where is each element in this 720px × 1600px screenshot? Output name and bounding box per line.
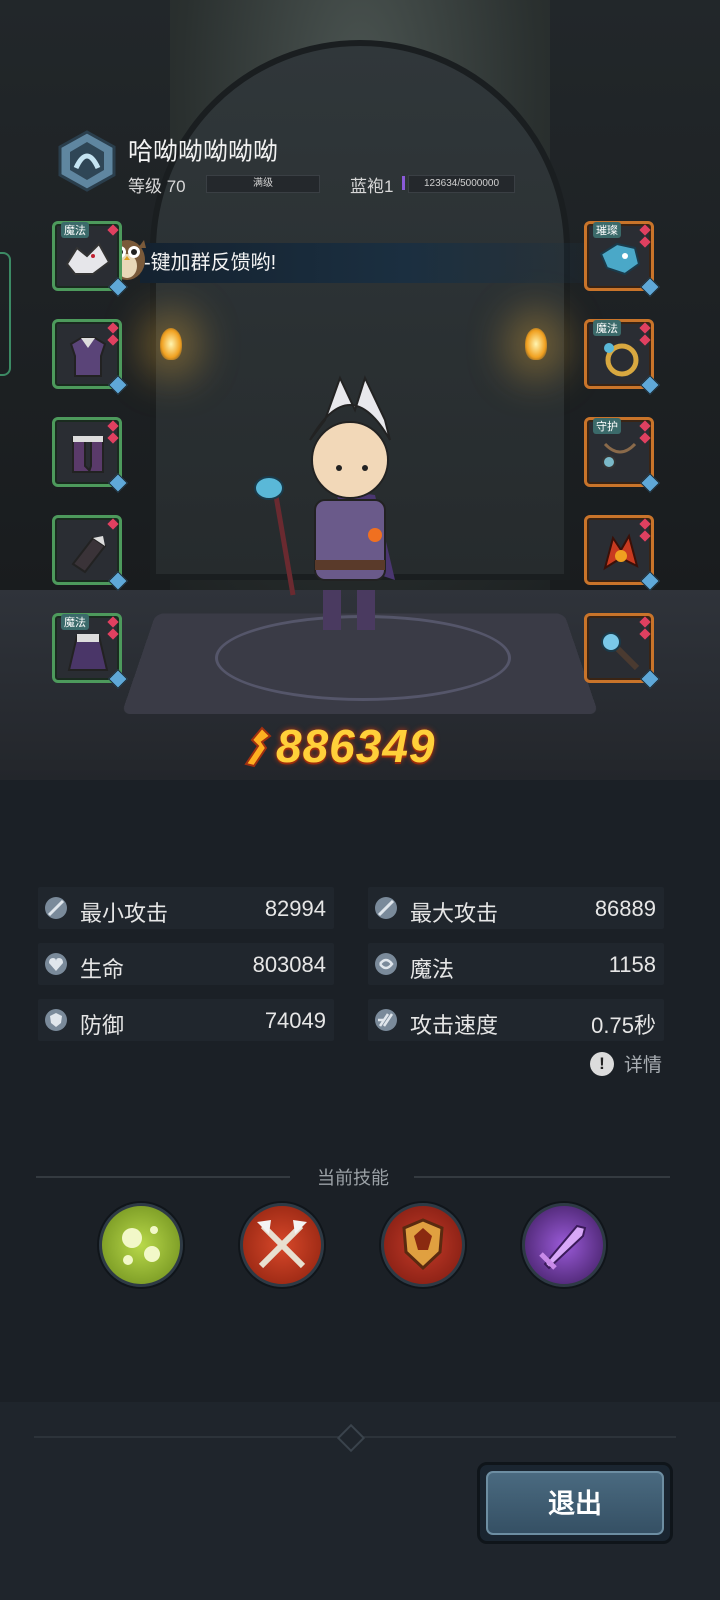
stat-min-attack: 最小攻击 82994 (38, 887, 334, 929)
stat-value: 803084 (252, 952, 326, 977)
level-label: 等级 70 (128, 177, 186, 196)
level-bar-text: 满级 (253, 178, 273, 189)
stat-hp: 生命 803084 (38, 943, 334, 985)
combat-power: 886349 (240, 718, 436, 774)
skill-slot-2[interactable] (240, 1203, 324, 1287)
skill-slot-4[interactable] (522, 1203, 606, 1287)
skill-slot-3[interactable] (381, 1203, 465, 1287)
banner-text: -键加群反馈哟! (144, 252, 277, 274)
equip-slot-left-4[interactable] (52, 515, 128, 591)
stat-defense: 防御 74049 (38, 999, 334, 1041)
player-name: 哈呦呦呦呦呦 (128, 138, 279, 166)
scene-wall-right (550, 0, 720, 600)
stat-label: 生命 (80, 957, 125, 982)
blue-mace-icon (601, 632, 640, 671)
equip-slot-left-1[interactable]: 魔法 (52, 221, 128, 297)
scene-wall-left (0, 0, 170, 600)
stat-value: 82994 (264, 896, 326, 921)
stat-attack-speed: 攻击速度 0.75秒 (368, 999, 664, 1041)
stat-magic: 魔法 1158 (368, 943, 664, 985)
sword-power-icon (244, 726, 272, 768)
bracer-icon (71, 536, 107, 574)
hero-character (254, 375, 395, 630)
stat-label: 最大攻击 (410, 901, 499, 926)
rank-emblem-icon (58, 130, 116, 192)
equip-slot-right-1[interactable]: 璀璨 (584, 221, 660, 297)
exp-bar: 123634/5000000 (408, 175, 515, 193)
combat-power-value: 886349 (276, 720, 436, 772)
exit-label: 退出 (486, 1471, 664, 1535)
stat-label: 最小攻击 (80, 901, 169, 926)
stat-label: 攻击速度 (410, 1013, 499, 1038)
green-bubbles-skill-icon (122, 1226, 160, 1265)
purple-cloak-icon (67, 634, 109, 671)
equip-slot-right-3[interactable]: 守护 (584, 417, 660, 493)
torch-right-icon (525, 328, 547, 360)
white-wolf-pet-icon (65, 242, 111, 275)
exit-button[interactable]: 退出 (477, 1462, 673, 1544)
skill-slot-1[interactable] (99, 1203, 183, 1287)
skills-title: 当前技能 (317, 1168, 389, 1188)
stat-label: 防御 (80, 1013, 125, 1038)
equip-slot-left-5[interactable]: 魔法 (52, 613, 128, 689)
torch-left-icon (160, 328, 182, 360)
rank-label: 蓝袍1 (350, 177, 394, 196)
side-drawer-tab[interactable] (0, 252, 11, 376)
purple-armor-icon (69, 337, 107, 377)
details-label: 详情 (624, 1055, 663, 1076)
attack-icon (375, 897, 397, 919)
stat-value: 0.75秒 (591, 1013, 656, 1038)
magic-icon (375, 953, 397, 975)
stat-value: 1158 (608, 952, 656, 977)
info-icon: ! (590, 1051, 614, 1076)
attack-icon (45, 897, 67, 919)
equip-slot-right-5[interactable] (584, 613, 660, 689)
shield-crest-skill-icon (402, 1218, 444, 1271)
exp-text: 123634/5000000 (423, 178, 500, 189)
crossed-axes-skill-icon (257, 1220, 307, 1269)
gold-ring-icon (604, 343, 639, 377)
details-button[interactable]: ! 详情 (590, 1050, 662, 1077)
equip-slot-right-4[interactable] (584, 515, 660, 591)
level-bar: 满级 (206, 175, 320, 193)
equip-slot-left-2[interactable] (52, 319, 128, 395)
speed-icon (375, 1009, 397, 1031)
stat-max-attack: 最大攻击 86889 (368, 887, 664, 929)
fire-emblem-icon (603, 533, 639, 571)
feedback-banner[interactable]: -键加群反馈哟! (140, 243, 584, 283)
rank-marker (402, 176, 405, 190)
purple-boots-icon (72, 436, 104, 473)
shield-icon (45, 1009, 67, 1031)
stat-label: 魔法 (410, 957, 455, 982)
amulet-icon (602, 442, 637, 469)
ice-dragon-helmet-icon (599, 242, 641, 276)
heart-icon (45, 953, 67, 975)
stat-value: 74049 (264, 1008, 326, 1033)
stat-value: 86889 (594, 896, 656, 921)
equip-slot-left-3[interactable] (52, 417, 128, 493)
purple-sword-skill-icon (539, 1224, 587, 1270)
equip-slot-right-2[interactable]: 魔法 (584, 319, 660, 395)
